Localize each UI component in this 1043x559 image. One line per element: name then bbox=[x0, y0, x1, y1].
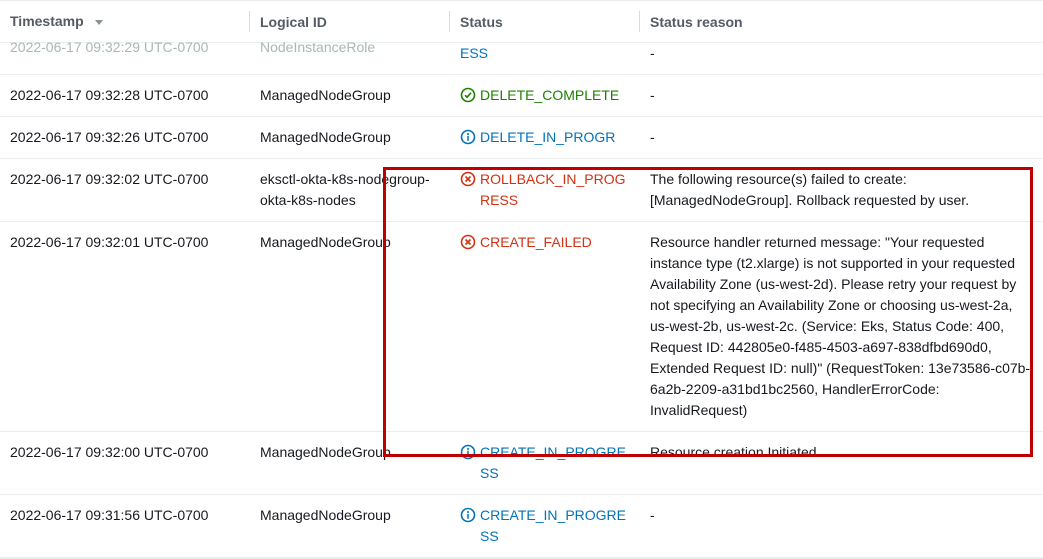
cell-timestamp: 2022-06-17 09:32:00 UTC-0700 bbox=[0, 432, 250, 495]
sort-desc-icon bbox=[94, 14, 104, 30]
status-text[interactable]: CREATE_IN_PROGRESS bbox=[480, 505, 630, 547]
cell-logical-id: ManagedNodeGroup bbox=[250, 117, 450, 159]
cell-status: CREATE_IN_PROGRESS bbox=[450, 495, 640, 558]
cell-status: DELETE_IN_PROGR bbox=[450, 117, 640, 159]
cell-status: CREATE_FAILED bbox=[450, 222, 640, 432]
table-header-row: Timestamp Logical ID Status Status reaso… bbox=[0, 1, 1043, 43]
cell-timestamp: 2022-06-17 09:32:02 UTC-0700 bbox=[0, 159, 250, 222]
table-row: 2022-06-17 09:32:00 UTC-0700ManagedNodeG… bbox=[0, 432, 1043, 495]
status-text[interactable]: CREATE_IN_PROGRESS bbox=[480, 442, 630, 484]
header-timestamp[interactable]: Timestamp bbox=[0, 1, 250, 43]
header-logical-id[interactable]: Logical ID bbox=[250, 1, 450, 43]
cell-timestamp: 2022-06-17 09:32:29 UTC-0700 bbox=[0, 43, 250, 75]
header-status[interactable]: Status bbox=[450, 1, 640, 43]
info-icon bbox=[460, 129, 476, 145]
table-row: 2022-06-17 09:32:02 UTC-0700eksctl-okta-… bbox=[0, 159, 1043, 222]
cell-status: DELETE_COMPLETE bbox=[450, 75, 640, 117]
events-table-container: Timestamp Logical ID Status Status reaso… bbox=[0, 0, 1043, 559]
table-row: 2022-06-17 09:32:01 UTC-0700ManagedNodeG… bbox=[0, 222, 1043, 432]
status-text[interactable]: ROLLBACK_IN_PROGRESS bbox=[480, 169, 630, 211]
cell-status-reason: - bbox=[640, 495, 1043, 558]
cell-status-reason: - bbox=[640, 75, 1043, 117]
status-text[interactable]: CREATE_FAILED bbox=[480, 232, 592, 253]
cell-status: CREATE_IN_PROGRESS bbox=[450, 432, 640, 495]
error-icon bbox=[460, 234, 476, 250]
events-table: Timestamp Logical ID Status Status reaso… bbox=[0, 1, 1043, 558]
table-row: 2022-06-17 09:32:26 UTC-0700ManagedNodeG… bbox=[0, 117, 1043, 159]
cell-status-reason: Resource handler returned message: "Your… bbox=[640, 222, 1043, 432]
header-status-reason-label: Status reason bbox=[650, 14, 743, 30]
cell-logical-id: NodeInstanceRole bbox=[250, 43, 450, 75]
header-timestamp-label: Timestamp bbox=[10, 13, 84, 29]
cell-status: ROLLBACK_IN_PROGRESS bbox=[450, 159, 640, 222]
check-icon bbox=[460, 87, 476, 103]
table-row: 2022-06-17 09:32:29 UTC-0700NodeInstance… bbox=[0, 43, 1043, 75]
cell-logical-id: eksctl-okta-k8s-nodegroup-okta-k8s-nodes bbox=[250, 159, 450, 222]
status-text[interactable]: DELETE_COMPLETE bbox=[480, 85, 619, 106]
info-icon bbox=[460, 507, 476, 523]
cell-timestamp: 2022-06-17 09:32:01 UTC-0700 bbox=[0, 222, 250, 432]
cell-logical-id: ManagedNodeGroup bbox=[250, 222, 450, 432]
error-icon bbox=[460, 171, 476, 187]
cell-logical-id: ManagedNodeGroup bbox=[250, 432, 450, 495]
cell-status-reason: - bbox=[640, 117, 1043, 159]
table-row: 2022-06-17 09:32:28 UTC-0700ManagedNodeG… bbox=[0, 75, 1043, 117]
cell-status: ESS bbox=[450, 43, 640, 75]
status-text[interactable]: ESS bbox=[460, 43, 488, 64]
status-text[interactable]: DELETE_IN_PROGR bbox=[480, 127, 615, 148]
cell-logical-id: ManagedNodeGroup bbox=[250, 495, 450, 558]
header-logical-id-label: Logical ID bbox=[260, 14, 327, 30]
header-status-label: Status bbox=[460, 14, 503, 30]
cell-logical-id: ManagedNodeGroup bbox=[250, 75, 450, 117]
cell-timestamp: 2022-06-17 09:31:56 UTC-0700 bbox=[0, 495, 250, 558]
cell-status-reason: Resource creation Initiated bbox=[640, 432, 1043, 495]
cell-timestamp: 2022-06-17 09:32:28 UTC-0700 bbox=[0, 75, 250, 117]
cell-status-reason: The following resource(s) failed to crea… bbox=[640, 159, 1043, 222]
table-row: 2022-06-17 09:31:56 UTC-0700ManagedNodeG… bbox=[0, 495, 1043, 558]
header-status-reason[interactable]: Status reason bbox=[640, 1, 1043, 43]
info-icon bbox=[460, 444, 476, 460]
cell-status-reason: - bbox=[640, 43, 1043, 75]
cell-timestamp: 2022-06-17 09:32:26 UTC-0700 bbox=[0, 117, 250, 159]
